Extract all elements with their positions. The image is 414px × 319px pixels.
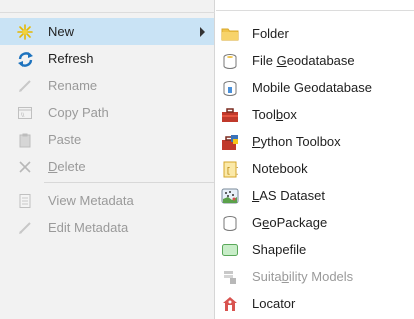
menu-separator [44, 182, 214, 183]
folder-icon [221, 25, 239, 43]
submenu-item-mobile-geodatabase[interactable]: Mobile Geodatabase [216, 74, 414, 101]
file-geodatabase-icon [221, 52, 239, 70]
new-sparkle-icon [16, 23, 34, 41]
new-submenu: Folder File Geodatabase Mobile Geodataba… [216, 0, 414, 319]
submenu-item-toolbox[interactable]: Toolbox [216, 101, 414, 128]
menu-item-delete[interactable]: Delete [0, 153, 214, 180]
submenu-item-shapefile[interactable]: Shapefile [216, 236, 414, 263]
menu-top-divider [0, 12, 215, 13]
submenu-item-label: Shapefile [252, 242, 307, 257]
locator-icon [221, 295, 239, 313]
menu-item-paste[interactable]: Paste [0, 126, 214, 153]
submenu-item-python-toolbox[interactable]: Python Toolbox [216, 128, 414, 155]
submenu-item-las-dataset[interactable]: LAS Dataset [216, 182, 414, 209]
submenu-item-file-geodatabase[interactable]: File Geodatabase [216, 47, 414, 74]
menu-item-label: Refresh [48, 51, 94, 66]
copy-path-icon: \\ [16, 104, 34, 122]
submenu-item-label: Folder [252, 26, 289, 41]
menu-item-edit-metadata[interactable]: Edit Metadata [0, 214, 214, 241]
context-menu: New Refresh Rename \\ Copy Path Paste De… [0, 0, 215, 319]
edit-metadata-icon [16, 219, 34, 237]
submenu-item-folder[interactable]: Folder [216, 20, 414, 47]
menu-item-label: Paste [48, 132, 82, 147]
menu-item-label: Copy Path [48, 105, 109, 120]
toolbox-icon [221, 106, 239, 124]
menu-item-view-metadata[interactable]: View Metadata [0, 187, 214, 214]
submenu-item-geopackage[interactable]: GeoPackage [216, 209, 414, 236]
menu-item-label: Delete [48, 159, 86, 174]
mobile-geodatabase-icon [221, 79, 239, 97]
delete-x-icon [16, 158, 34, 176]
view-metadata-icon [16, 192, 34, 210]
submenu-item-label: Toolbox [252, 107, 297, 122]
python-toolbox-icon [221, 133, 239, 151]
svg-text:[ ]: [ ] [226, 167, 238, 176]
submenu-item-label: Python Toolbox [252, 134, 341, 149]
menu-item-label: View Metadata [48, 193, 134, 208]
pencil-icon [16, 77, 34, 95]
geopackage-icon [221, 214, 239, 232]
submenu-item-locator[interactable]: Locator [216, 290, 414, 317]
submenu-arrow-icon [200, 27, 205, 37]
paste-icon [16, 131, 34, 149]
refresh-icon [16, 50, 34, 68]
svg-text:\\: \\ [21, 113, 25, 119]
menu-item-copy-path[interactable]: \\ Copy Path [0, 99, 214, 126]
notebook-icon: [ ] [221, 160, 239, 178]
menu-item-refresh[interactable]: Refresh [0, 45, 214, 72]
menu-item-new[interactable]: New [0, 18, 214, 45]
las-dataset-icon [221, 187, 239, 205]
submenu-item-label: File Geodatabase [252, 53, 355, 68]
menu-item-rename[interactable]: Rename [0, 72, 214, 99]
submenu-item-suitability-models[interactable]: Suitability Models [216, 263, 414, 290]
menu-item-label: Rename [48, 78, 98, 93]
submenu-item-label: GeoPackage [252, 215, 328, 230]
submenu-top-divider [216, 10, 414, 11]
menu-item-label: New [48, 24, 75, 39]
submenu-item-label: Suitability Models [252, 269, 354, 284]
shapefile-icon [221, 241, 239, 259]
menu-item-label: Edit Metadata [48, 220, 129, 235]
submenu-item-label: Mobile Geodatabase [252, 80, 372, 95]
submenu-item-label: Notebook [252, 161, 308, 176]
submenu-item-notebook[interactable]: [ ] Notebook [216, 155, 414, 182]
submenu-item-label: LAS Dataset [252, 188, 325, 203]
suitability-models-icon [221, 268, 239, 286]
submenu-item-label: Locator [252, 296, 296, 311]
